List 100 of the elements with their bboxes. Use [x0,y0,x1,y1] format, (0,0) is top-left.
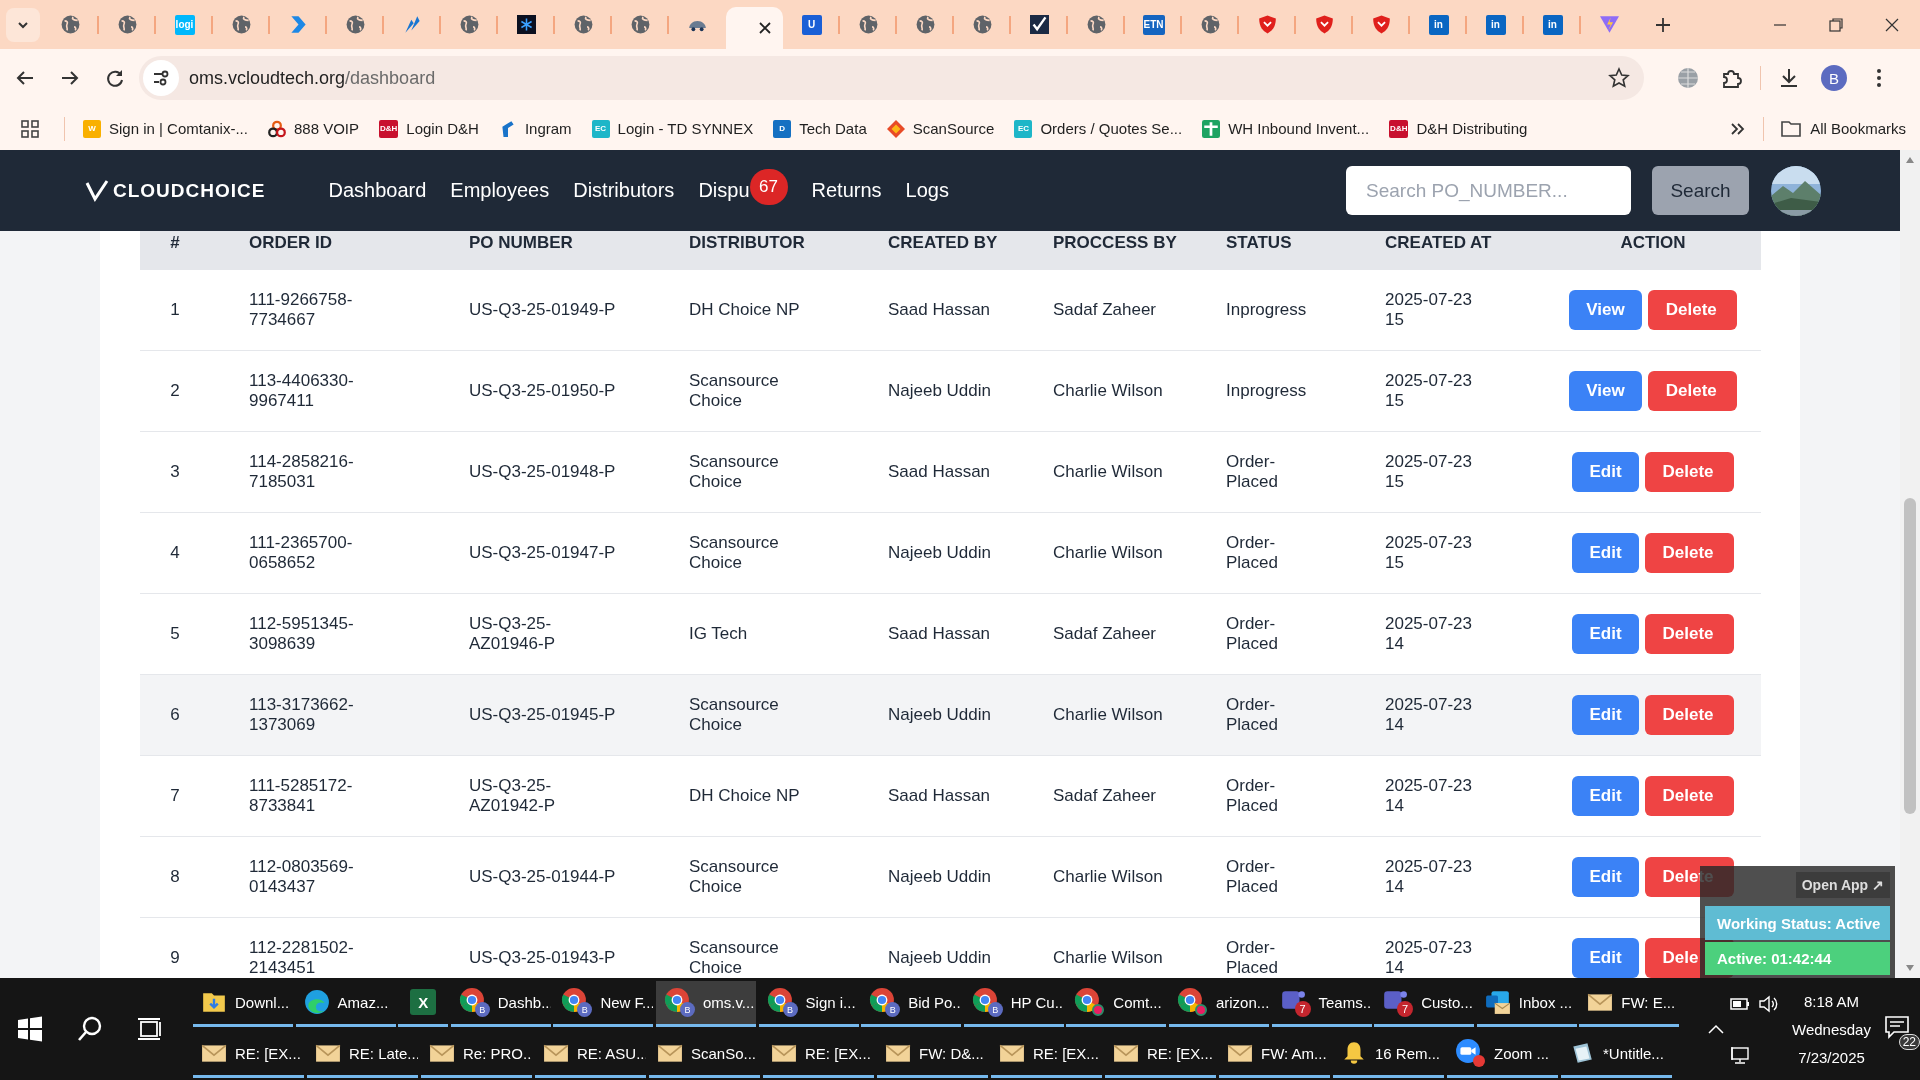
apps-icon[interactable] [20,118,40,139]
globe-icon [916,15,935,34]
action-button[interactable]: Edit [1572,776,1639,816]
taskbar-item[interactable]: Comt... [1066,980,1167,1027]
windows-start-icon[interactable] [15,1014,45,1044]
taskbar-item[interactable]: Amaz... [295,980,396,1027]
search-field[interactable]: Search PO_NUMBER... [1346,166,1631,215]
creator-name: Najeeb Uddin [888,543,992,563]
browser-tab[interactable] [726,7,783,49]
nav-link[interactable]: Dashboard [328,179,427,202]
bookmark-link[interactable]: 888 VOIP [293,120,359,137]
delete-button[interactable]: Delete [1644,614,1734,654]
clock-day[interactable]: Wednesday [1792,1020,1871,1038]
taskbar-item[interactable]: B Sign i... [758,980,859,1027]
bookmark-link[interactable]: WH Inbound Invent... [1228,120,1370,137]
search-button[interactable]: Search [1652,166,1749,215]
row-number: 3 [170,462,180,482]
action-button[interactable]: Edit [1572,938,1639,978]
taskbar-item[interactable]: X [398,980,449,1027]
action-button[interactable]: Edit [1572,533,1639,573]
browser-tab[interactable]: in [1524,0,1581,49]
delete-button[interactable]: Delete [1644,776,1734,816]
taskbar-item[interactable]: FW: Am... [1219,1031,1330,1078]
action-button[interactable]: Edit [1572,857,1639,897]
taskbar-item[interactable]: B HP Cu... [963,980,1064,1027]
taskbar-item[interactable]: B oms.v... [655,980,756,1027]
delete-button[interactable]: Delete [1644,533,1734,573]
taskbar-item[interactable]: 7 Custo... [1374,980,1475,1027]
browser-tab[interactable]: in [1467,0,1524,49]
chevron-up-icon[interactable] [1707,1023,1725,1035]
distributor-name: Scansource Choice [689,452,780,492]
taskbar-item[interactable]: FW: E... [1579,980,1680,1027]
delete-button[interactable]: Delete [1644,452,1734,492]
taskbar-item[interactable]: B Dashb... [450,980,551,1027]
open-app-button[interactable]: Open App ↗ [1795,872,1890,898]
address-bar[interactable]: oms.vcloudtech.org/dashboard [139,56,1644,100]
globe-icon [460,15,479,34]
taskbar-item[interactable]: Re: PRO... [421,1031,532,1078]
browser-tab[interactable]: ETN [1125,0,1182,49]
bookmark-link[interactable]: Sign in | Comtanix-... [109,120,248,137]
bookmark-link[interactable]: Login - TD SYNNEX [617,120,754,137]
bookmark-link[interactable]: Ingram [524,120,572,137]
status-text: Order-Placed [1226,614,1279,654]
nav-link[interactable]: Employees [450,179,550,202]
browser-tab[interactable]: U [783,0,840,49]
action-button[interactable]: View [1569,290,1642,330]
bookmark-link[interactable]: Login D&H [406,120,479,137]
taskbar-item[interactable]: 7 Teams... [1271,980,1372,1027]
taskbar-item[interactable]: RE: ASU... [535,1031,646,1078]
taskbar-item[interactable]: *Untitle... [1561,1031,1672,1078]
nav-link[interactable]: Returns [811,179,882,202]
taskbar-item[interactable]: arizon... [1168,980,1269,1027]
delete-button[interactable]: Delete [1647,371,1737,411]
clock-date[interactable]: 7/23/2025 [1798,1048,1865,1066]
taskbar-item[interactable]: RE: [EX... [193,1031,304,1078]
all-bookmarks-link[interactable]: All Bookmarks [1810,120,1906,137]
taskbar-item[interactable]: ScanSo... [649,1031,760,1078]
action-button[interactable]: Edit [1572,695,1639,735]
bookmark-link[interactable]: Orders / Quotes Se... [1040,120,1183,137]
spreadsheet-icon [1202,119,1221,138]
profile-avatar[interactable]: B [1821,65,1847,91]
created-date: 2025-07-23 14 [1385,614,1473,654]
browser-tab[interactable]: in [1410,0,1467,49]
taskbar-item[interactable]: RE: Late... [307,1031,418,1078]
bookmark-link[interactable]: ScanSource [912,120,995,137]
wave-browser-icon [303,989,330,1015]
scrollbar[interactable] [1900,150,1920,978]
scroll-thumb[interactable] [1904,498,1916,814]
scroll-down-icon[interactable] [1905,964,1915,972]
delete-button[interactable]: Delete [1647,290,1737,330]
taskbar-item[interactable]: 16 Rem... [1333,1031,1444,1078]
taskbar-item[interactable]: RE: [EX... [763,1031,874,1078]
taskbar-item[interactable]: B Bid Po... [861,980,962,1027]
action-button[interactable]: Edit [1572,614,1639,654]
taskbar-item[interactable]: RE: [EX... [991,1031,1102,1078]
creator-name: Najeeb Uddin [888,381,992,401]
delete-button[interactable]: Delete [1644,695,1734,735]
taskbar-item[interactable]: RE: [EX... [1105,1031,1216,1078]
site-logo: ETN [1142,14,1165,35]
site-info-button[interactable] [143,60,179,96]
bookmark-link[interactable]: Tech Data [799,120,867,137]
nav-link[interactable]: Logs [905,179,949,202]
scroll-up-icon[interactable] [1905,156,1915,164]
taskbar-item[interactable]: Zoom ... [1447,1031,1558,1078]
bookmark-star-icon[interactable] [1608,67,1630,89]
action-button[interactable]: View [1569,371,1642,411]
creator-name: Saad Hassan [888,786,992,806]
clock-time[interactable]: 8:18 AM [1803,992,1859,1010]
taskbar-item[interactable]: FW: D&... [877,1031,988,1078]
nav-link[interactable]: Dispu [698,179,750,202]
diamond-logo-icon [886,119,905,138]
taskbar-item[interactable]: Inbox ... [1476,980,1577,1027]
nav-link[interactable]: Distributors [573,179,675,202]
globe-icon [1201,15,1220,34]
tune-icon[interactable] [151,68,171,88]
action-button[interactable]: Edit [1572,452,1639,492]
taskbar-item[interactable]: Downl... [193,980,293,1027]
taskbar-item[interactable]: B New F... [553,980,654,1027]
close-icon[interactable] [757,20,773,36]
bookmark-link[interactable]: D&H Distributing [1416,120,1528,137]
